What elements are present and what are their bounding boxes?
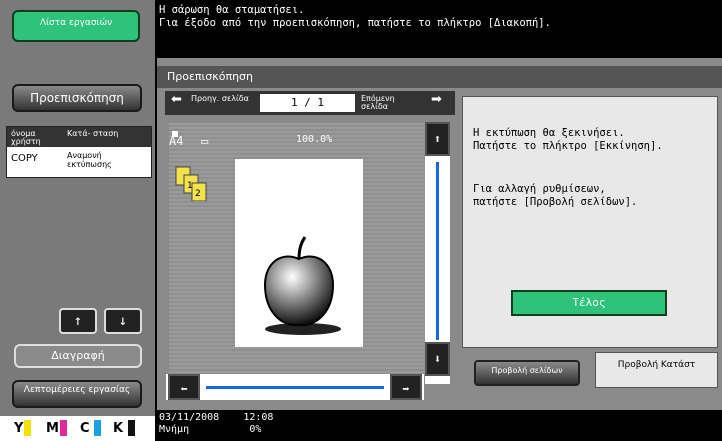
status-message: Η σάρωση θα σταματήσει. Για έξοδο από τη… — [159, 4, 551, 30]
down-arrow-icon: ⬇ — [433, 352, 442, 366]
status-footer: 03/11/2008 12:08 Μνήμη 0% — [159, 412, 273, 436]
horizontal-scrollbar[interactable]: ⬅ ➡ — [166, 374, 424, 400]
job-table: όνομα χρήστη Κατά- σταση COPY Αναμονή εκ… — [6, 126, 152, 178]
horizontal-scroll-track[interactable] — [206, 386, 384, 389]
column-header-user: όνομα χρήστη — [11, 129, 41, 146]
preview-label: Προεπισκόπηση — [30, 91, 124, 105]
job-list-button[interactable]: Λίστα εργασιών — [12, 10, 140, 42]
toner-c-bar — [94, 420, 101, 436]
row-status: Αναμονή εκτύπωσης — [67, 151, 112, 169]
delete-button[interactable]: Διαγραφή — [14, 344, 142, 368]
toner-k-label: K — [113, 421, 124, 436]
preview-button[interactable]: Προεπισκόπηση — [12, 84, 142, 112]
info-text-settings: Για αλλαγή ρυθμίσεων, πατήστε [Προβολή σ… — [473, 183, 638, 208]
vertical-scroll-track[interactable] — [436, 162, 439, 340]
up-arrow-icon: ⬆ — [433, 132, 442, 146]
scroll-down-arrow-button[interactable]: ⬇ — [425, 342, 450, 376]
down-arrow-icon: ↓ — [118, 313, 128, 329]
multi-page-icon: 1 2 — [174, 165, 216, 202]
toner-y-label: Y — [14, 421, 24, 436]
up-arrow-icon: ↑ — [73, 313, 83, 329]
job-details-button[interactable]: Λεπτομέρειες εργασίας — [12, 380, 142, 408]
apple-image — [263, 236, 341, 335]
tab-state-view[interactable]: Προβολή Κατάστ — [595, 352, 718, 388]
preview-page — [235, 159, 363, 347]
message-line-2: Για έξοδο από την προεπισκόπηση, πατήστε… — [159, 17, 551, 29]
scroll-right-button[interactable]: ➡ — [390, 374, 422, 400]
job-list-label: Λίστα εργασιών — [39, 18, 113, 28]
page-indicator: 1 / 1 — [260, 94, 355, 112]
vertical-scrollbar[interactable]: ⬆ ⬇ — [425, 122, 450, 384]
message-line-1: Η σάρωση θα σταματήσει. — [159, 4, 305, 16]
delete-label: Διαγραφή — [51, 349, 105, 362]
toner-c-label: C — [80, 421, 90, 436]
paper-size: A4 — [169, 134, 184, 148]
preview-window: Προεπισκόπηση ⬅ Προηγ. σελίδα 1 / 1 Επόμ… — [157, 58, 722, 410]
toner-indicator: Y M C K — [0, 416, 155, 441]
paper-orientation-icon: ▭ — [201, 134, 209, 148]
finish-button[interactable]: Τέλος — [511, 290, 667, 316]
footer-memory-value: 0% — [249, 424, 262, 435]
tab-state-view-label: Προβολή Κατάστ — [617, 360, 696, 370]
toner-y-bar — [24, 420, 31, 436]
tab-page-view-label: Προβολή σελίδων — [491, 366, 563, 375]
svg-text:1: 1 — [187, 181, 193, 191]
toner-k-bar — [128, 420, 135, 436]
next-page-button[interactable]: Επόμενη σελίδα ➡ — [361, 92, 451, 112]
scroll-up-arrow-button[interactable]: ⬆ — [425, 122, 450, 156]
footer-time: 12:08 — [243, 412, 274, 423]
scroll-left-button[interactable]: ⬅ — [168, 374, 200, 400]
footer-memory-label: Μνήμη — [159, 424, 190, 435]
left-panel: Λίστα εργασιών Προεπισκόπηση όνομα χρήστ… — [0, 0, 155, 441]
job-table-header: όνομα χρήστη Κατά- σταση — [7, 127, 151, 147]
finish-label: Τέλος — [572, 296, 606, 309]
left-arrow-icon: ⬅ — [171, 92, 182, 107]
scroll-up-button[interactable]: ↑ — [59, 308, 97, 334]
right-arrow-icon: ➡ — [431, 92, 442, 107]
job-details-label: Λεπτομέρειες εργασίας — [23, 385, 131, 395]
prev-page-button[interactable]: ⬅ Προηγ. σελίδα — [169, 92, 254, 112]
window-title: Προεπισκόπηση — [157, 66, 722, 88]
column-header-status: Κατά- σταση — [67, 129, 119, 138]
tab-page-view[interactable]: Προβολή σελίδων — [474, 360, 580, 386]
toner-m-label: M — [46, 421, 59, 436]
right-arrow-icon: ➡ — [402, 382, 410, 396]
info-text-start: Η εκτύπωση θα ξεκινήσει. Πατήστε το πλήκ… — [473, 127, 663, 152]
left-arrow-icon: ⬅ — [180, 382, 188, 396]
svg-text:2: 2 — [195, 189, 201, 199]
info-panel: Η εκτύπωση θα ξεκινήσει. Πατήστε το πλήκ… — [462, 96, 718, 348]
scroll-down-button[interactable]: ↓ — [104, 308, 142, 334]
toner-m-bar — [60, 420, 67, 436]
row-user: COPY — [11, 153, 38, 164]
next-page-label: Επόμενη σελίδα — [361, 94, 395, 111]
page-navigator: ⬅ Προηγ. σελίδα 1 / 1 Επόμενη σελίδα ➡ — [165, 91, 455, 115]
prev-page-label: Προηγ. σελίδα — [191, 94, 249, 103]
footer-date: 03/11/2008 — [159, 412, 220, 423]
zoom-level: 100.0% — [296, 134, 333, 145]
